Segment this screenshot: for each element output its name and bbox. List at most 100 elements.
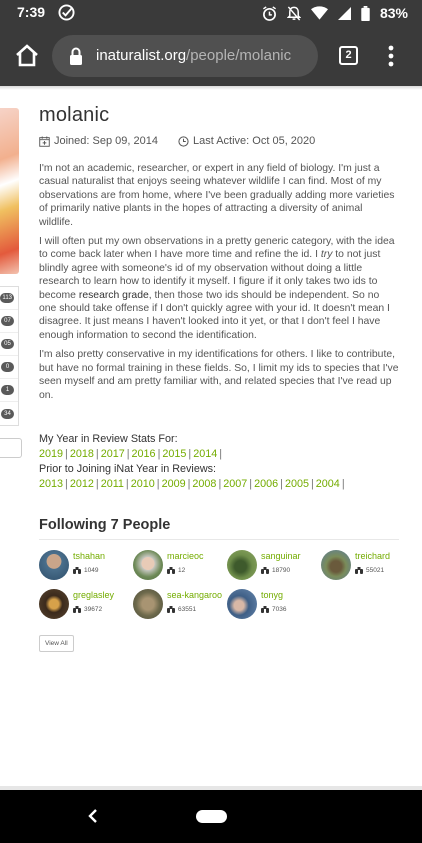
separator: |	[219, 447, 223, 460]
prior-year-link[interactable]: 2004	[316, 478, 340, 490]
stat-badge: 113	[0, 293, 14, 303]
followed-user-name[interactable]: greglasley	[73, 590, 133, 601]
view-all-button[interactable]: View All	[39, 634, 74, 652]
separator: |	[218, 477, 222, 490]
observation-count: 55021	[355, 566, 399, 574]
followed-user[interactable]: sanguinar 18790	[227, 549, 321, 580]
followed-user[interactable]: treichard 55021	[321, 549, 399, 580]
prior-year-link[interactable]: 2011	[101, 478, 124, 490]
bio-paragraph: I'm also pretty conservative in my ident…	[39, 349, 399, 401]
followed-user-name[interactable]: tonyg	[261, 590, 321, 601]
avatar[interactable]	[227, 588, 257, 619]
avatar[interactable]	[39, 549, 69, 580]
separator: |	[157, 447, 161, 460]
followed-user-name[interactable]: tshahan	[73, 551, 133, 562]
observation-count-value: 12	[178, 566, 186, 574]
observation-count-value: 39672	[84, 605, 103, 613]
observation-count: 1049	[73, 566, 133, 574]
followed-user-name[interactable]: sanguinar	[261, 551, 321, 562]
prior-year-link[interactable]: 2005	[285, 478, 309, 490]
avatar[interactable]	[133, 549, 163, 580]
prior-yir-year-list: 2013 | 2012 | 2011 | 2010 | 2009 | 2008 | 2007 | 2006 |…	[39, 477, 399, 492]
joined-text: Joined: Sep 09, 2014	[54, 135, 158, 147]
observation-count: 18790	[261, 566, 321, 574]
last-active: Last Active: Oct 05, 2020	[178, 135, 315, 147]
separator: |	[95, 477, 99, 490]
followed-user-info: sea-kangaroo 63551	[167, 589, 227, 619]
prior-year-link[interactable]: 2013	[39, 478, 63, 490]
yir-year-link[interactable]: 2019	[39, 448, 63, 460]
lock-icon	[70, 47, 82, 65]
bio-paragraph: I will often put my own observations in …	[39, 235, 399, 342]
binoculars-icon	[261, 605, 269, 613]
sidebar-stat-row[interactable]: 113	[0, 287, 18, 310]
sidebar-stat-row[interactable]: 0	[0, 356, 18, 379]
page-content: 113 07 05 0 1 34 molanic Joined: Sep 09,…	[0, 86, 422, 790]
yir-year-link[interactable]: 2016	[132, 448, 156, 460]
followed-user-info: treichard 55021	[355, 550, 399, 580]
status-bar: 7:39 83%	[0, 0, 422, 26]
home-icon[interactable]	[14, 43, 40, 69]
prior-year-link[interactable]: 2010	[131, 478, 155, 490]
prior-year-link[interactable]: 2012	[70, 478, 94, 490]
tab-switcher-button[interactable]: 2	[339, 46, 358, 65]
separator: |	[280, 477, 283, 490]
home-pill[interactable]	[196, 810, 227, 823]
url-path: /people/molanic	[186, 47, 292, 64]
clock-icon	[178, 135, 189, 147]
separator: |	[65, 477, 68, 490]
separator: |	[125, 477, 129, 490]
sidebar-stat-row[interactable]: 05	[0, 333, 18, 356]
followed-user-name[interactable]: marcieoc	[167, 551, 227, 562]
bio-paragraph: I'm not an academic, researcher, or expe…	[39, 163, 395, 228]
followed-user[interactable]: tshahan 1049	[39, 549, 133, 580]
avatar[interactable]	[227, 549, 257, 580]
avatar[interactable]	[321, 549, 351, 580]
yir-year-link[interactable]: 2018	[70, 448, 94, 460]
yir-year-link[interactable]: 2015	[162, 448, 186, 460]
observation-count: 63551	[167, 605, 227, 613]
yir-year-link[interactable]: 2017	[101, 448, 125, 460]
back-icon[interactable]	[88, 808, 98, 824]
separator: |	[341, 477, 345, 490]
url-host: inaturalist.org	[96, 47, 187, 64]
followed-user-name[interactable]: treichard	[355, 551, 399, 562]
sidebar-button[interactable]	[0, 438, 22, 458]
observation-count: 12	[167, 566, 227, 574]
profile-photo[interactable]	[0, 108, 19, 274]
following-grid: tshahan 1049 marcieoc 12 sanguinar 18790…	[39, 549, 399, 619]
observation-count-value: 1049	[84, 566, 99, 574]
alarm-icon	[262, 5, 276, 21]
sidebar-stat-row[interactable]: 34	[0, 402, 18, 425]
separator: |	[95, 447, 99, 460]
battery-percentage: 83%	[379, 5, 408, 21]
sidebar-stat-row[interactable]: 1	[0, 379, 18, 402]
observation-count-value: 18790	[272, 566, 291, 574]
avatar[interactable]	[133, 588, 163, 619]
binoculars-icon	[261, 566, 269, 574]
battery-icon	[361, 5, 370, 21]
status-time: 7:39	[17, 4, 46, 20]
sidebar-stat-row[interactable]: 07	[0, 310, 18, 333]
more-vert-icon[interactable]	[384, 44, 398, 68]
notifications-off-icon	[286, 5, 301, 21]
stat-badge: 34	[1, 408, 14, 419]
prior-year-link[interactable]: 2008	[192, 478, 216, 490]
followed-user[interactable]: sea-kangaroo 63551	[133, 588, 227, 619]
address-bar[interactable]: inaturalist.org/people/molanic	[52, 35, 318, 77]
following-title: Following 7 People	[39, 517, 399, 540]
followed-user[interactable]: marcieoc 12	[133, 549, 227, 580]
binoculars-icon	[73, 566, 81, 574]
yir-year-link[interactable]: 2014	[193, 448, 217, 460]
prior-year-link[interactable]: 2006	[254, 478, 278, 490]
stat-badge: 05	[1, 339, 14, 349]
prior-year-link[interactable]: 2009	[162, 478, 186, 490]
avatar[interactable]	[39, 588, 69, 619]
prior-year-link[interactable]: 2007	[223, 478, 247, 490]
followed-user[interactable]: tonyg 7036	[227, 588, 321, 619]
followed-user-name[interactable]: sea-kangaroo	[167, 590, 227, 601]
url-text: inaturalist.org/people/molanic	[96, 47, 291, 64]
yir-label: My Year in Review Stats For:	[39, 432, 178, 445]
calendar-plus-icon	[39, 135, 50, 147]
followed-user[interactable]: greglasley 39672	[39, 588, 133, 619]
